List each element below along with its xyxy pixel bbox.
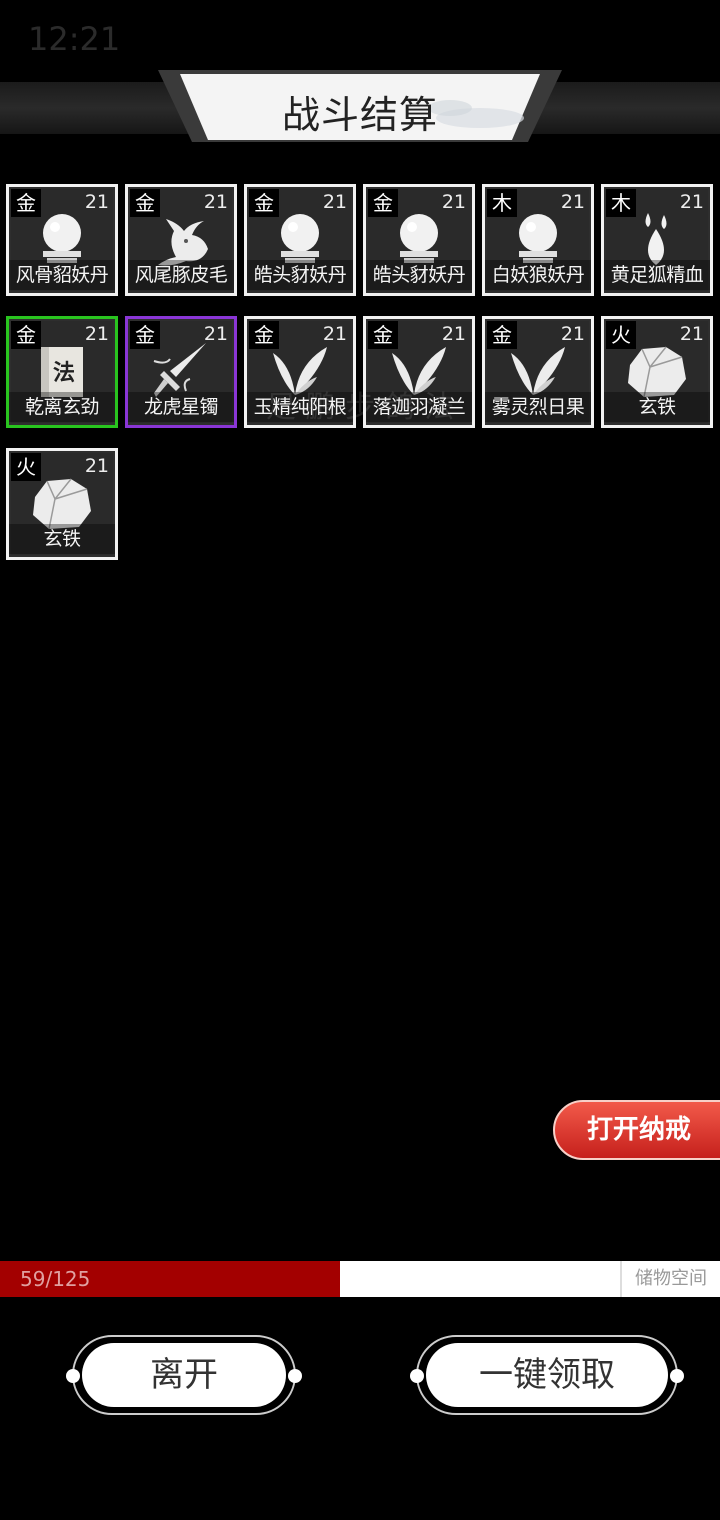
storage-label: 储物空间 — [620, 1261, 720, 1297]
item-level: 21 — [560, 323, 585, 345]
item-level: 21 — [203, 191, 228, 213]
item-level: 21 — [322, 323, 347, 345]
reward-item[interactable]: 金 21 皓头豺妖丹 — [244, 184, 356, 296]
item-level: 21 — [679, 323, 704, 345]
button-ornament-dot — [410, 1369, 424, 1383]
element-badge: 火 — [11, 453, 41, 481]
item-name: 风骨貂妖丹 — [9, 260, 115, 290]
storage-bar: 59/125 储物空间 — [0, 1261, 720, 1297]
item-name: 乾离玄劲 — [9, 392, 115, 422]
element-badge: 火 — [606, 321, 636, 349]
item-name: 龙虎星镯 — [128, 392, 234, 422]
reward-item[interactable]: 金 21 龙虎星镯 — [125, 316, 237, 428]
item-level: 21 — [441, 323, 466, 345]
button-ornament-dot — [288, 1369, 302, 1383]
leave-button[interactable]: 离开 — [82, 1343, 286, 1407]
item-name: 玉精纯阳根 — [247, 392, 353, 422]
reward-item[interactable]: 金 21 皓头豺妖丹 — [363, 184, 475, 296]
button-ornament-dot — [670, 1369, 684, 1383]
open-ring-button[interactable]: 打开纳戒 — [553, 1100, 720, 1160]
item-level: 21 — [84, 455, 109, 477]
item-level: 21 — [203, 323, 228, 345]
reward-item[interactable]: 火 21 玄铁 — [601, 316, 713, 428]
reward-item[interactable]: 金 21 风尾豚皮毛 — [125, 184, 237, 296]
item-level: 21 — [322, 191, 347, 213]
element-badge: 木 — [606, 189, 636, 217]
status-bar-time: 12:21 — [28, 20, 121, 58]
item-level: 21 — [84, 191, 109, 213]
reward-item[interactable]: 金 21 风骨貂妖丹 — [6, 184, 118, 296]
item-name: 玄铁 — [9, 524, 115, 554]
item-name: 黄足狐精血 — [604, 260, 710, 290]
item-name: 落迦羽凝兰 — [366, 392, 472, 422]
element-badge: 金 — [487, 321, 517, 349]
element-badge: 金 — [130, 321, 160, 349]
claim-all-button[interactable]: 一键领取 — [426, 1343, 668, 1407]
reward-item[interactable]: 金 21 玉精纯阳根 — [244, 316, 356, 428]
item-name: 皓头豺妖丹 — [247, 260, 353, 290]
item-level: 21 — [84, 323, 109, 345]
item-level: 21 — [679, 191, 704, 213]
reward-grid: 金 21 风骨貂妖丹金 21 风尾豚皮毛金 21 皓头豺妖丹金 21 皓头豺妖丹木 21 白妖狼妖丹… — [6, 184, 714, 560]
item-name: 皓头豺妖丹 — [366, 260, 472, 290]
element-badge: 木 — [487, 189, 517, 217]
element-badge: 金 — [368, 321, 398, 349]
storage-count: 59/125 — [20, 1267, 91, 1291]
page-title: 战斗结算 — [281, 93, 438, 137]
reward-item[interactable]: 火 21 玄铁 — [6, 448, 118, 560]
element-badge: 金 — [11, 321, 41, 349]
element-badge: 金 — [130, 189, 160, 217]
reward-item[interactable]: 金 21 雾灵烈日果 — [482, 316, 594, 428]
leave-button-frame: 离开 — [66, 1335, 302, 1415]
item-level: 21 — [560, 191, 585, 213]
scroll-glyph: 法 — [53, 361, 76, 386]
item-name: 白妖狼妖丹 — [485, 260, 591, 290]
reward-item[interactable]: 法金 21 乾离玄劲 — [6, 316, 118, 428]
element-badge: 金 — [368, 189, 398, 217]
item-name: 玄铁 — [604, 392, 710, 422]
element-badge: 金 — [249, 189, 279, 217]
reward-item[interactable]: 木 21 白妖狼妖丹 — [482, 184, 594, 296]
claim-all-button-frame: 一键领取 — [410, 1335, 684, 1415]
reward-item[interactable]: 木 21 黄足狐精血 — [601, 184, 713, 296]
element-badge: 金 — [249, 321, 279, 349]
reward-item[interactable]: 金 21 落迦羽凝兰 — [363, 316, 475, 428]
item-level: 21 — [441, 191, 466, 213]
item-name: 风尾豚皮毛 — [128, 260, 234, 290]
item-name: 雾灵烈日果 — [485, 392, 591, 422]
element-badge: 金 — [11, 189, 41, 217]
button-ornament-dot — [66, 1369, 80, 1383]
